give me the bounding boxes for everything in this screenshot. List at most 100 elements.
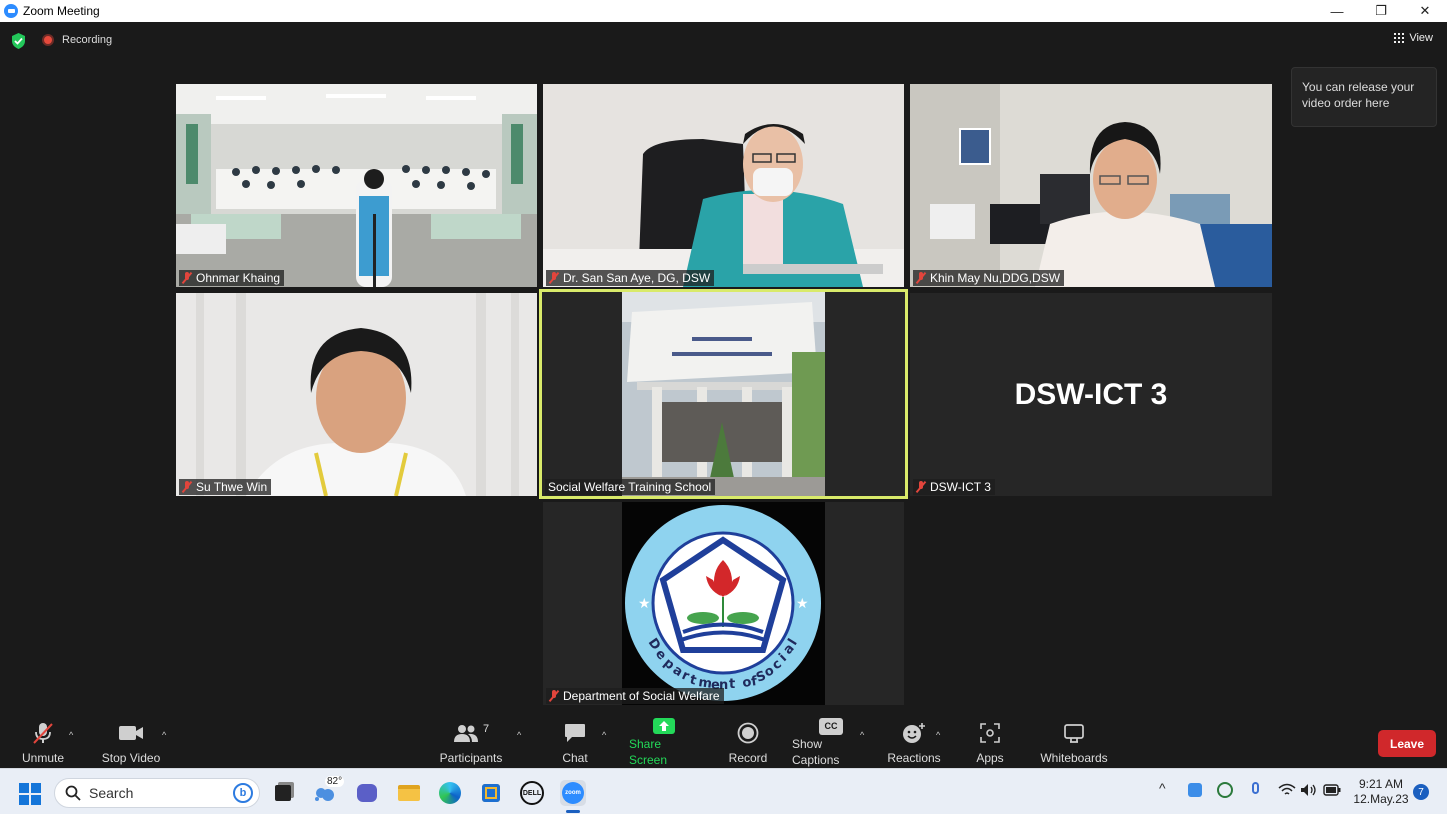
minimize-button[interactable]: — (1315, 0, 1359, 22)
closed-captions-icon: CC (819, 717, 843, 735)
muted-mic-icon (549, 272, 559, 284)
training-school-building-image (542, 292, 905, 496)
video-tile-ohnmar-khaing[interactable]: Ohnmar Khaing (176, 84, 537, 287)
unmute-button[interactable]: Unmute (20, 716, 66, 768)
share-screen-button[interactable]: Share Screen (629, 716, 699, 768)
task-view-icon[interactable] (270, 780, 296, 806)
audio-options-caret-icon[interactable]: ^ (69, 730, 73, 740)
participant-label: Department of Social Welfare (546, 688, 724, 704)
chat-button[interactable]: Chat (560, 716, 590, 768)
microphone-tray-icon[interactable] (1252, 782, 1259, 794)
dell-app-icon[interactable]: DELL (519, 780, 545, 806)
participants-count: 7 (482, 723, 490, 735)
dell-label: DELL (520, 781, 544, 805)
participant-name: DSW-ICT 3 (930, 480, 991, 494)
unmute-label: Unmute (21, 751, 65, 765)
muted-mic-icon (916, 481, 926, 493)
windows-taskbar: Search b 82° DELL zoom ^ 9:21 AM 12.May.… (0, 768, 1447, 814)
video-tile-su-thwe-win[interactable]: Su Thwe Win (176, 293, 537, 496)
restore-button[interactable]: ❐ (1359, 0, 1403, 22)
video-options-caret-icon[interactable]: ^ (162, 730, 166, 740)
zoom-logo-icon (4, 4, 18, 18)
participants-button[interactable]: 7 Participants (440, 716, 503, 768)
participant-label: Su Thwe Win (179, 479, 272, 495)
reactions-label: Reactions (887, 751, 941, 765)
microsoft-store-icon[interactable] (478, 780, 504, 806)
wifi-icon[interactable] (1278, 783, 1296, 797)
chat-options-caret-icon[interactable]: ^ (602, 730, 606, 740)
leave-meeting-button[interactable]: Leave (1378, 730, 1436, 757)
weather-temperature: 82° (325, 776, 345, 787)
participant-label: Social Welfare Training School (545, 479, 716, 495)
whiteboards-label: Whiteboards (1040, 751, 1108, 765)
stop-video-button[interactable]: Stop Video (101, 716, 161, 768)
windows-start-icon[interactable] (19, 783, 41, 805)
recording-indicator[interactable]: Recording (42, 34, 112, 46)
video-tile-dr-san-san-aye[interactable]: Dr. San San Aye, DG, DSW (543, 84, 904, 287)
participant-label: Dr. San San Aye, DG, DSW (546, 270, 715, 286)
show-hidden-icons-chevron-icon[interactable]: ^ (1159, 780, 1166, 796)
taskbar-search-box[interactable]: Search b (54, 778, 260, 808)
video-tile-dsw-ict-3[interactable]: DSW-ICT 3 DSW-ICT 3 (910, 293, 1272, 496)
view-label: View (1409, 32, 1433, 44)
video-tile-khin-may-nu[interactable]: Khin May Nu,DDG,DSW (910, 84, 1272, 287)
record-button[interactable]: Record (729, 716, 767, 768)
grid-view-icon (1394, 33, 1405, 43)
search-label: Search (89, 785, 134, 801)
close-button[interactable]: ✕ (1403, 0, 1447, 22)
video-tile-department-of-social-welfare[interactable]: ★ ★ D e p a r t m e n t of S o c i a l D… (543, 502, 904, 705)
reactions-options-caret-icon[interactable]: ^ (936, 730, 940, 740)
zoom-app: Zoom Meeting — ❐ ✕ Recording View You ca… (0, 0, 1447, 814)
search-magnifier-icon (65, 785, 81, 801)
meeting-top-bar: Recording View (0, 22, 1447, 60)
svg-text:★: ★ (796, 596, 809, 612)
apps-button[interactable]: Apps (974, 716, 1006, 768)
clock-time: 9:21 AM (1358, 777, 1404, 791)
apps-icon (980, 723, 1000, 743)
notification-count-badge[interactable]: 7 (1413, 784, 1429, 800)
onedrive-tray-icon[interactable] (1188, 783, 1202, 797)
svg-text:t: t (729, 677, 735, 692)
classroom-video-image (176, 84, 537, 287)
participant-name: Social Welfare Training School (548, 480, 712, 494)
show-captions-label: Show Captions (792, 737, 840, 767)
view-button[interactable]: View (1394, 32, 1433, 44)
reactions-smiley-icon (903, 723, 925, 743)
title-bar: Zoom Meeting — ❐ ✕ (0, 0, 1447, 22)
participant-name: Department of Social Welfare (563, 689, 720, 703)
participant-label: DSW-ICT 3 (913, 479, 995, 495)
encryption-shield-icon[interactable] (11, 33, 26, 49)
reactions-button[interactable]: Reactions (887, 716, 941, 768)
video-tile-social-welfare-training-school[interactable]: Social Welfare Training School (542, 292, 905, 496)
muted-mic-icon (916, 272, 926, 284)
taskbar-clock[interactable]: 9:21 AM 12.May.23 (1348, 777, 1414, 807)
dg-video-image (543, 84, 904, 287)
participant-name: Ohnmar Khaing (196, 271, 281, 285)
window-controls: — ❐ ✕ (1315, 0, 1447, 22)
su-thwe-win-video-image (176, 293, 537, 496)
bing-icon[interactable]: b (233, 783, 253, 803)
whiteboards-button[interactable]: Whiteboards (1040, 716, 1108, 768)
captions-options-caret-icon[interactable]: ^ (860, 730, 864, 740)
teams-chat-icon[interactable] (354, 780, 380, 806)
sync-tray-icon[interactable] (1217, 782, 1233, 798)
volume-icon[interactable] (1300, 783, 1318, 797)
share-screen-icon (653, 718, 675, 734)
participant-name: Khin May Nu,DDG,DSW (930, 271, 1061, 285)
show-captions-button[interactable]: CC Show Captions (792, 716, 870, 768)
participant-label: Khin May Nu,DDG,DSW (913, 270, 1065, 286)
record-label: Record (728, 751, 768, 765)
apps-label: Apps (976, 751, 1004, 765)
zoom-taskbar-icon[interactable]: zoom (560, 780, 586, 806)
edge-browser-icon[interactable] (437, 780, 463, 806)
clock-date: 12.May.23 (1353, 792, 1409, 806)
zoom-active-indicator (566, 810, 580, 813)
participants-options-caret-icon[interactable]: ^ (517, 730, 521, 740)
stop-video-label: Stop Video (101, 751, 161, 765)
zoom-taskbar-label: zoom (562, 782, 584, 804)
file-explorer-icon[interactable] (396, 780, 422, 806)
release-video-order-tooltip: You can release your video order here (1291, 67, 1437, 127)
muted-mic-icon (182, 481, 192, 493)
whiteboard-icon (1064, 724, 1084, 743)
battery-icon[interactable] (1323, 784, 1341, 796)
